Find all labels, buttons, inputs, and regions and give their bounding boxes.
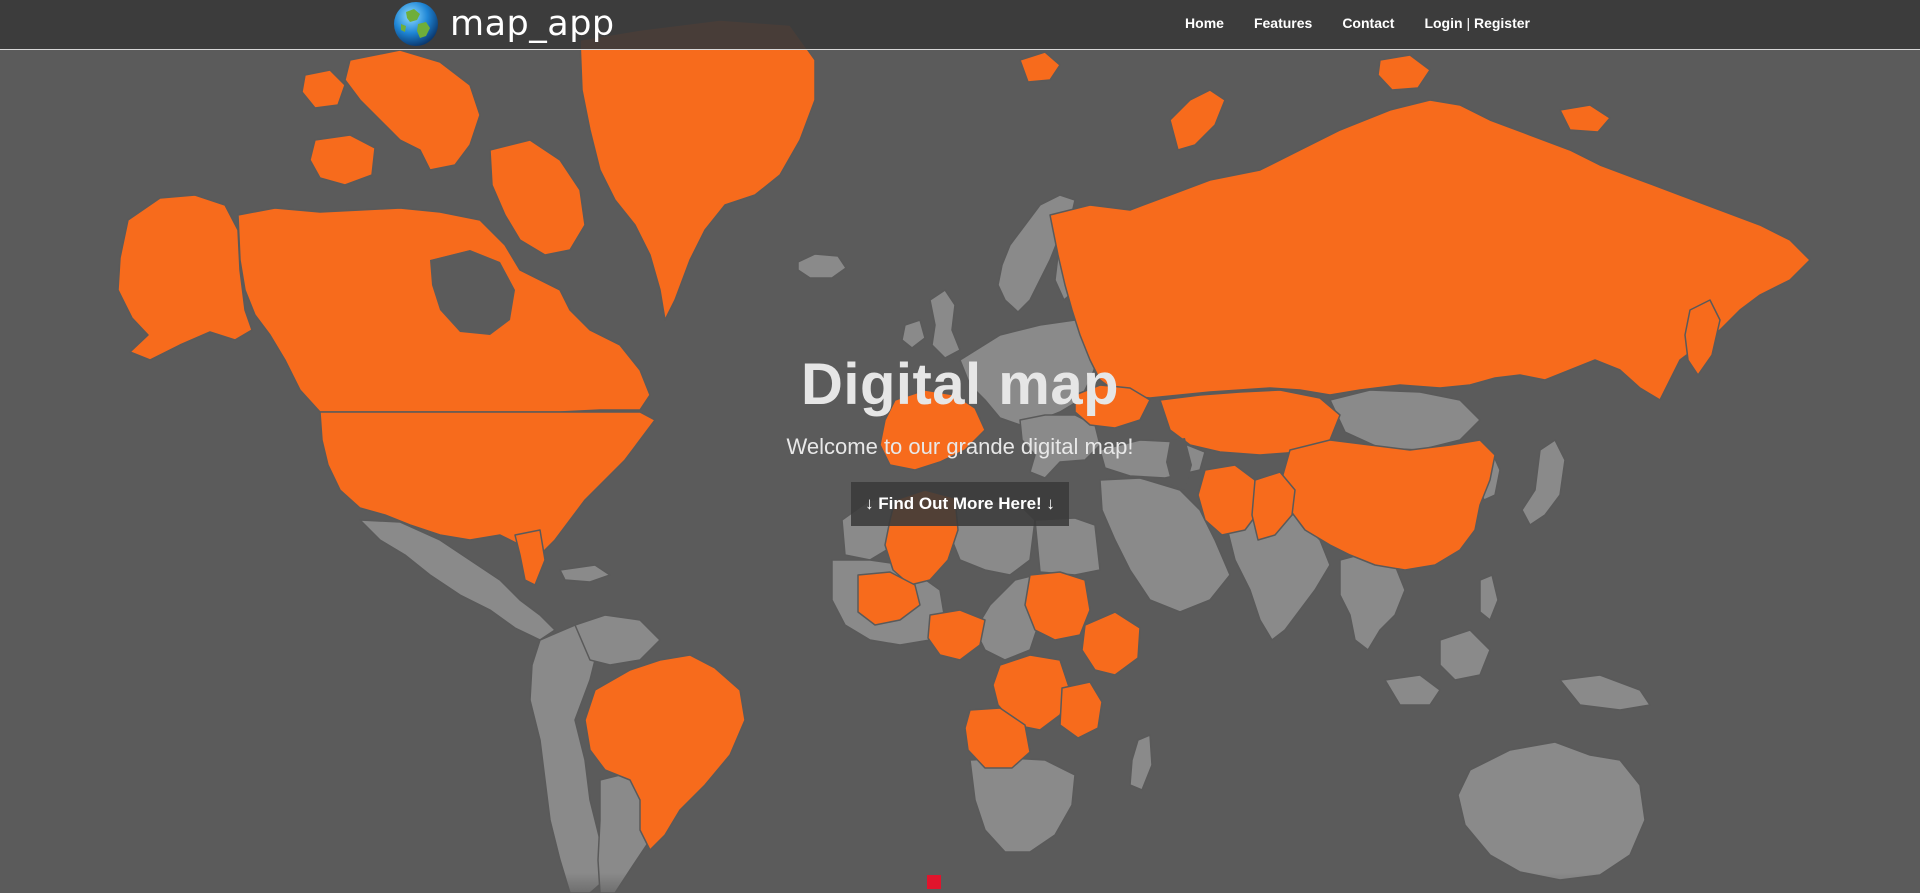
country-egypt[interactable] [1034,517,1101,576]
country-nigeria[interactable] [927,609,986,661]
nav-contact-link[interactable]: Contact [1342,15,1394,31]
hero-subtitle: Welcome to our grande digital map! [786,434,1134,459]
country-greenland[interactable] [579,19,816,321]
find-out-more-button[interactable]: ↓ Find Out More Here! ↓ [851,482,1069,526]
country-iceland[interactable] [797,253,847,279]
country-sudan[interactable] [1024,571,1091,641]
region-indonesia[interactable] [1384,674,1441,706]
nav-register-link[interactable]: Register [1474,15,1530,31]
hero-section: Digital map Welcome to our grande digita… [0,350,1920,526]
nav-login-link[interactable]: Login [1424,15,1462,31]
region-south-america-west[interactable] [529,624,606,893]
region-caribbean[interactable] [559,564,611,583]
nav-home-link[interactable]: Home [1185,15,1224,31]
page: map_app Home Features Contact Login | Re… [0,0,1920,893]
navbar: map_app Home Features Contact Login | Re… [0,0,1920,50]
island-severnaya[interactable] [1377,54,1431,91]
nav-features-link[interactable]: Features [1254,15,1312,31]
state-florida[interactable] [514,529,546,586]
island-baffin[interactable] [489,139,586,256]
region-borneo[interactable] [1439,629,1491,681]
island-svalbard[interactable] [1019,51,1061,83]
bottom-fade [0,873,1920,893]
globe-icon [394,2,438,46]
scroll-indicator[interactable] [927,875,941,889]
nav-links: Home Features Contact Login | Register [1185,0,1530,46]
country-tanzania[interactable] [1059,681,1103,739]
region-philippines[interactable] [1479,574,1499,621]
brand-name: map_app [450,4,615,44]
country-ethiopia[interactable] [1081,611,1141,676]
region-southern-africa[interactable] [969,757,1076,853]
state-alaska[interactable] [117,194,253,361]
hero-title: Digital map [800,352,1120,417]
brand-link[interactable]: map_app [392,0,615,48]
island-banks[interactable] [301,69,346,109]
country-uk[interactable] [929,289,961,359]
country-ireland[interactable] [901,319,926,349]
island-new-siberian[interactable] [1559,104,1611,133]
island-victoria[interactable] [309,134,376,186]
country-australia[interactable] [1457,741,1646,881]
island-novaya-zemlya[interactable] [1169,89,1226,151]
nav-auth-group: Login | Register [1424,15,1530,31]
region-new-guinea[interactable] [1559,674,1651,711]
country-madagascar[interactable] [1129,734,1153,791]
nav-separator: | [1466,15,1471,31]
